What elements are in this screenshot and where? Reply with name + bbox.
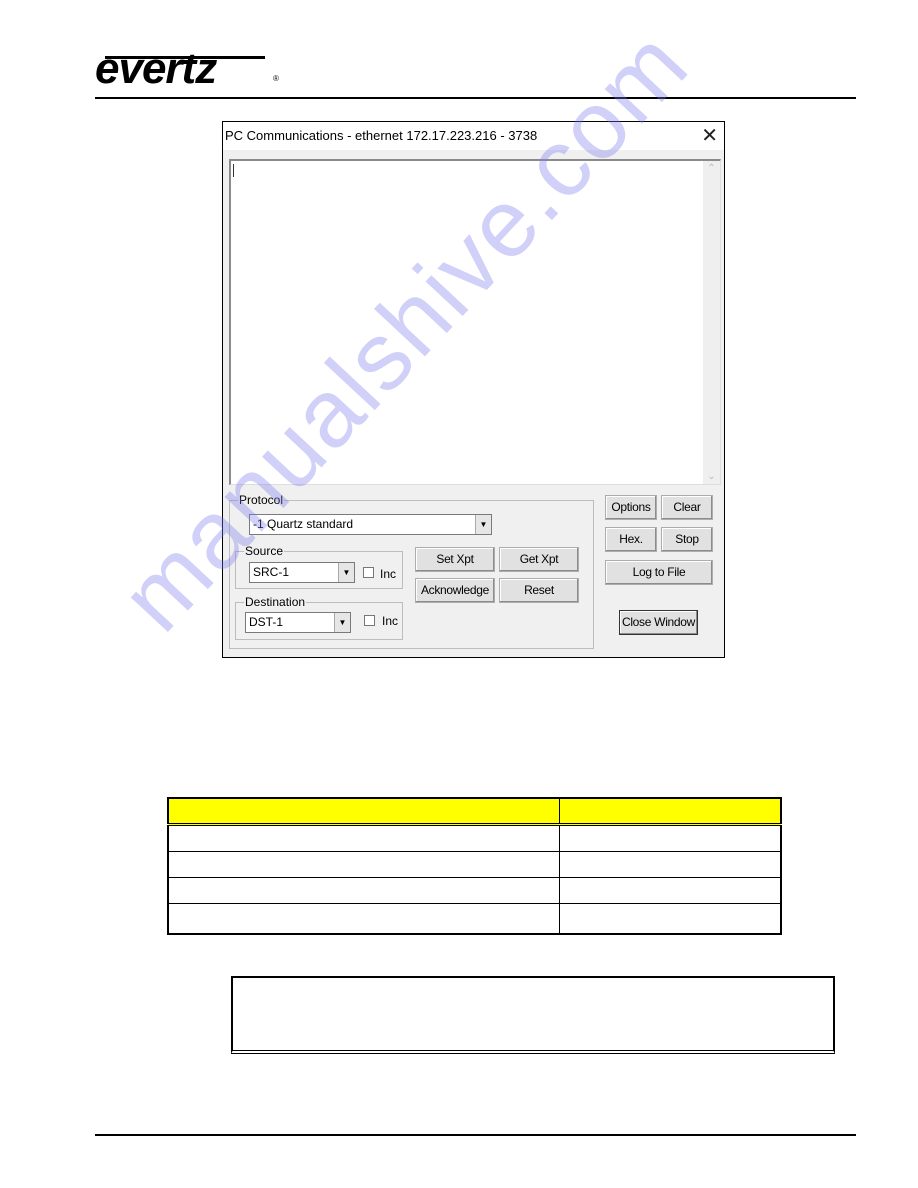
logo-text: evertz <box>95 44 217 93</box>
destination-value: DST-1 <box>249 615 284 629</box>
source-select[interactable]: SRC-1 ▼ <box>249 562 355 583</box>
source-value: SRC-1 <box>253 565 290 579</box>
protocol-select[interactable]: -1 Quartz standard ▼ <box>249 514 492 535</box>
chevron-down-icon[interactable]: ▼ <box>475 515 491 534</box>
table-header-cell <box>167 797 560 826</box>
evertz-logo: evertz ® <box>95 44 285 93</box>
table-cell <box>167 824 560 852</box>
table-cell <box>167 903 560 935</box>
text-caret <box>233 164 234 177</box>
set-xpt-button[interactable]: Set Xpt <box>415 547 495 572</box>
table-cell <box>559 903 782 935</box>
note-box <box>231 976 835 1054</box>
destination-inc-label: Inc <box>382 614 399 628</box>
source-inc-label: Inc <box>380 567 397 581</box>
destination-select[interactable]: DST-1 ▼ <box>245 612 351 633</box>
table-row <box>167 851 782 878</box>
acknowledge-button[interactable]: Acknowledge <box>415 578 495 603</box>
scroll-up-icon[interactable]: ⌃ <box>703 163 720 174</box>
destination-inc-checkbox[interactable] <box>364 615 375 626</box>
table-header-row <box>167 797 782 826</box>
footer-rule <box>95 1134 856 1136</box>
stop-button[interactable]: Stop <box>661 527 713 552</box>
options-button[interactable]: Options <box>605 495 657 520</box>
source-inc-checkbox[interactable] <box>363 567 374 578</box>
log-to-file-button[interactable]: Log to File <box>605 560 713 585</box>
clear-button[interactable]: Clear <box>661 495 713 520</box>
table-cell <box>559 877 782 904</box>
source-legend: Source <box>245 544 284 558</box>
header-rule <box>95 97 856 99</box>
vertical-scrollbar[interactable]: ⌃ ⌄ <box>703 161 720 484</box>
table-cell <box>167 877 560 904</box>
protocol-legend: Protocol <box>239 493 284 507</box>
reset-button[interactable]: Reset <box>499 578 579 603</box>
table-row <box>167 877 782 904</box>
communications-log-textarea[interactable]: ⌃ ⌄ <box>229 159 721 485</box>
close-window-button[interactable]: Close Window <box>619 610 698 635</box>
window-title: PC Communications - ethernet 172.17.223.… <box>225 128 538 143</box>
table-cell <box>167 851 560 878</box>
chevron-down-icon[interactable]: ▼ <box>338 563 354 582</box>
document-table <box>167 797 782 935</box>
table-row <box>167 824 782 852</box>
title-bar: PC Communications - ethernet 172.17.223.… <box>223 122 724 150</box>
close-icon[interactable]: ✕ <box>701 124 718 148</box>
scroll-down-icon[interactable]: ⌄ <box>703 471 720 482</box>
chevron-down-icon[interactable]: ▼ <box>334 613 350 632</box>
destination-legend: Destination <box>245 595 306 609</box>
table-header-cell <box>559 797 782 826</box>
table-cell <box>559 851 782 878</box>
get-xpt-button[interactable]: Get Xpt <box>499 547 579 572</box>
protocol-value: -1 Quartz standard <box>253 517 354 531</box>
table-cell <box>559 824 782 852</box>
hex-button[interactable]: Hex. <box>605 527 657 552</box>
table-row <box>167 903 782 935</box>
registered-mark: ® <box>273 74 279 83</box>
pc-communications-dialog: PC Communications - ethernet 172.17.223.… <box>222 121 725 658</box>
